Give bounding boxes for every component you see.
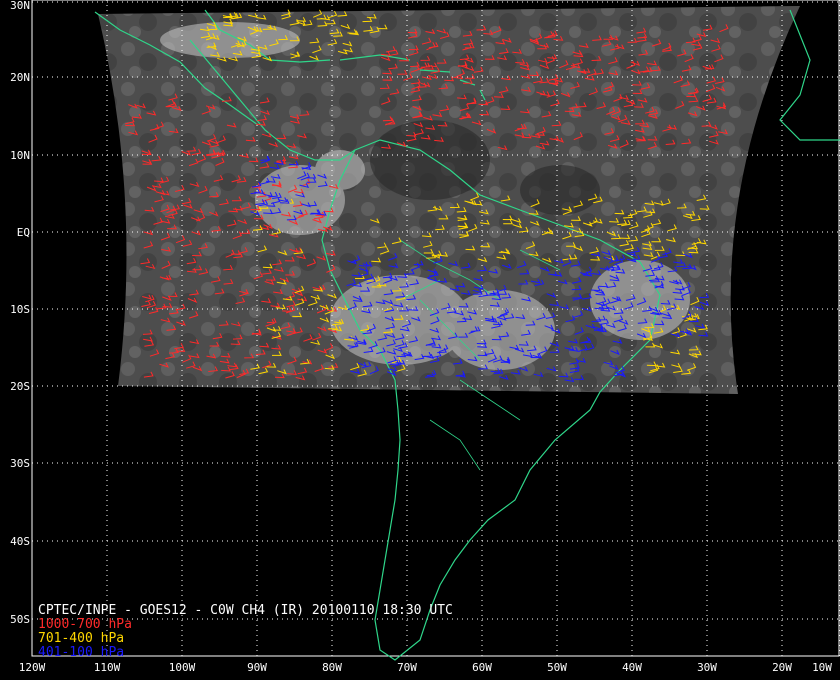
- lon-label: 50W: [547, 661, 567, 674]
- lat-label: 30N: [10, 0, 30, 12]
- lon-label: 20W: [772, 661, 792, 674]
- lon-label: 120W: [18, 661, 46, 674]
- lat-label: 20S: [10, 380, 30, 393]
- lon-label: 100W: [168, 661, 196, 674]
- lat-label: EQ: [16, 226, 30, 239]
- lon-label: 10W: [812, 661, 832, 674]
- lat-label: 50S: [10, 613, 30, 626]
- lat-label: 30S: [10, 457, 30, 470]
- legend-mid-level: 701-400 hPa: [38, 631, 125, 646]
- map-canvas: [31, 0, 840, 661]
- lon-label: 70W: [397, 661, 417, 674]
- lon-label: 90W: [247, 661, 267, 674]
- lon-label: 60W: [472, 661, 492, 674]
- lon-label: 80W: [322, 661, 342, 674]
- legend-low-level: 1000-700 hPa: [38, 617, 132, 632]
- map-caption: CPTEC/INPE - GOES12 - C0W CH4 (IR) 20100…: [38, 603, 453, 618]
- lon-label: 30W: [697, 661, 717, 674]
- lat-label: 10N: [10, 149, 30, 162]
- legend-high-level: 401-100 hPa: [38, 645, 125, 660]
- satellite-wind-map: 30N 20N 10N EQ 10S 20S 30S 40S 50S 120W 110W 100W 9…: [0, 0, 840, 680]
- lat-label: 40S: [10, 535, 30, 548]
- lon-label: 40W: [622, 661, 642, 674]
- lat-label: 20N: [10, 71, 30, 84]
- lat-label: 10S: [10, 303, 30, 316]
- lon-label: 110W: [93, 661, 121, 674]
